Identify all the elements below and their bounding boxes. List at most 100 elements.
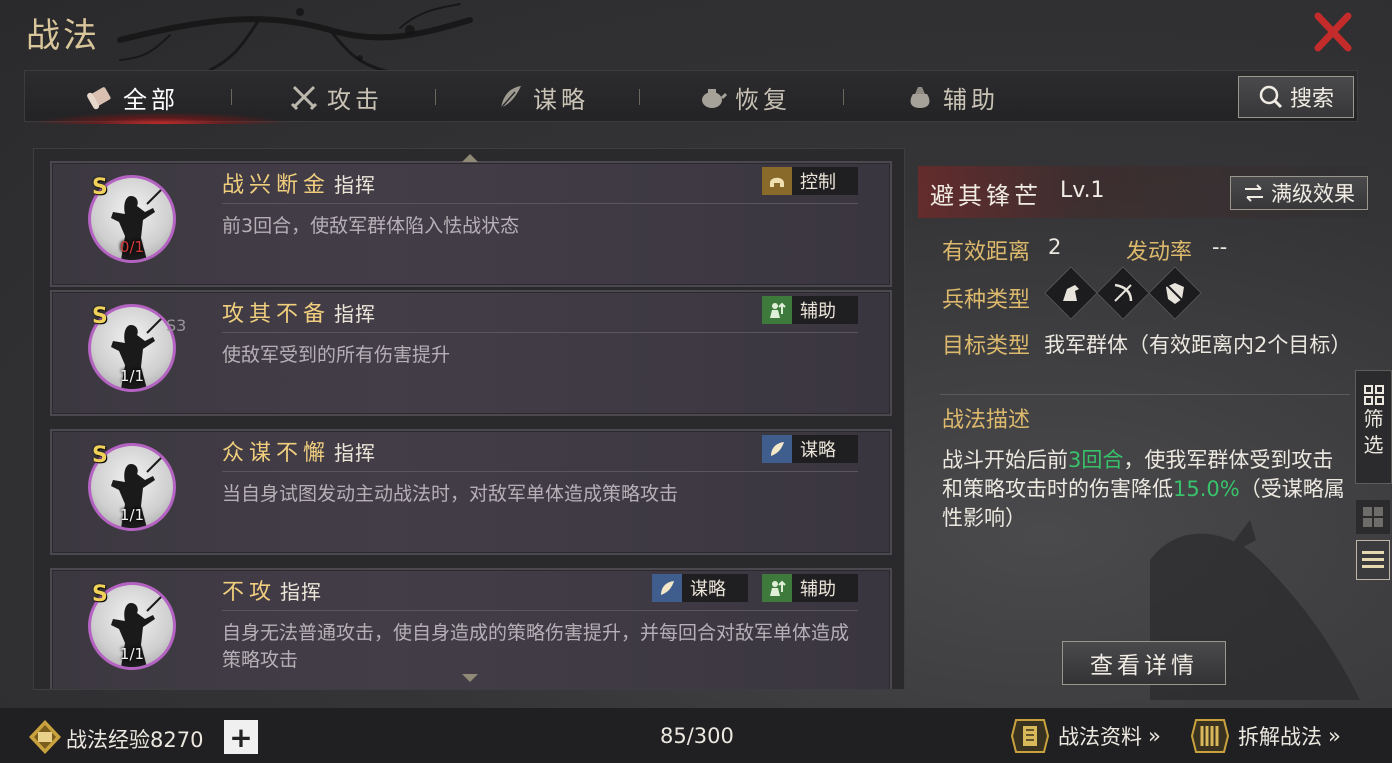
tactic-name: 攻其不备 指挥 [222,296,376,328]
trigger-rate-value: -- [1212,235,1228,259]
tag-label: 辅助 [800,301,836,322]
tactic-card[interactable]: S S3 1/1 攻其不备 指挥 辅助 使敌军受到的所有伤害提升 [50,290,892,416]
filter-label-char: 筛 [1363,407,1384,431]
tactic-exp-label: 战法经验 [66,728,150,752]
card-divider [222,203,858,204]
tactic-card[interactable]: S 0/1 战兴断金 指挥 控制 前3回合，使敌军群体陷入怯战状态 [50,161,892,287]
tactic-kind: 指挥 [334,302,377,326]
scroll-icon [87,87,111,110]
tag-support: 辅助 [762,296,858,324]
tactic-description: 当自身试图发动主动战法时，对敌军单体造成策略攻击 [222,483,679,505]
tab-divider [231,89,232,105]
card-divider [222,471,858,472]
tab-label: 辅助 [943,85,999,114]
desc-highlight-percent: 15.0% [1173,477,1240,501]
tab-label: 攻击 [327,85,383,114]
feather-icon [500,86,521,109]
tactic-list[interactable]: S 0/1 战兴断金 指挥 控制 前3回合，使敌军群体陷入怯战状态 S S3 1/… [33,148,905,690]
tab-divider [435,89,436,105]
dismantle-tactic-link[interactable]: 拆解战法 » [1188,716,1341,756]
tactic-name: 战兴断金 指挥 [222,167,376,199]
tactic-title: 不攻 [222,580,277,605]
dismantle-tactic-label: 拆解战法 [1238,725,1322,749]
grade-badge: S [92,582,108,607]
season-label: S3 [166,316,187,335]
tactic-name: 不攻 指挥 [222,574,322,606]
tactic-info-label: 战法资料 [1058,725,1142,749]
add-exp-button[interactable]: + [224,720,258,754]
card-divider [222,610,858,611]
section-divider [940,394,1350,395]
pouch-icon [910,87,930,108]
tactic-info-link[interactable]: 战法资料 » [1008,716,1161,756]
tab-label: 恢复 [735,85,791,114]
tab-divider [639,89,640,105]
tactic-title: 战兴断金 [222,173,331,198]
tab-attack[interactable]: 攻击 [289,71,383,123]
range-label: 有效距离 [942,240,1031,265]
tag-label: 控制 [800,172,836,193]
crossed-swords-icon [290,85,318,111]
tactic-title: 众谋不懈 [222,441,331,466]
detail-level: Lv.1 [1060,178,1105,203]
grade-badge: S [92,175,108,200]
grid-icon [1363,507,1383,527]
tactic-card[interactable]: S 1/1 众谋不懈 指挥 谋略 当自身试图发动主动战法时，对敌军单体造成策略攻击 [50,429,892,555]
search-button[interactable]: 搜索 [1238,76,1354,118]
tactic-card[interactable]: S 1/1 不攻 指挥 谋略 辅助 自身无法普通攻击，使自身造成的策略伤害提升，并… [50,568,892,689]
tactic-kind: 指挥 [334,441,377,465]
tactic-kind: 指挥 [280,580,323,604]
strategy-icon [762,435,792,463]
page-title: 战法 [26,16,100,56]
target-type-value: 我军群体（有效距离内2个目标） [1044,333,1352,357]
search-label: 搜索 [1289,87,1334,112]
tactic-kind: 指挥 [334,173,377,197]
buff-icon [762,574,792,602]
tab-label: 谋略 [533,85,589,114]
owned-count: 0/1 [119,238,145,256]
tag-support: 辅助 [762,574,858,602]
troop-type-label: 兵种类型 [942,288,1031,313]
filter-tab[interactable]: 筛 选 [1355,370,1392,484]
filter-label-char: 选 [1363,433,1384,457]
filter-grid-icon [1363,385,1384,405]
tag-strategy: 谋略 [652,574,748,602]
buff-icon [762,296,792,324]
tactic-effect-description: 战斗开始后前3回合，使我军群体受到攻击和策略攻击时的伤害降低15.0%（受谋略属… [942,446,1352,533]
close-icon[interactable] [1310,10,1356,56]
book-icon [1010,719,1050,753]
view-details-button[interactable]: 查看详情 [1062,641,1226,685]
card-divider [222,332,858,333]
owned-count: 1/1 [119,645,145,663]
tactic-exp-icon [29,720,61,754]
helmet-icon [762,167,792,195]
description-title: 战法描述 [942,408,1031,433]
cavalry-icon [1044,266,1098,320]
grade-badge: S [92,443,108,468]
target-type-label: 目标类型 [942,334,1031,359]
scroll-up-arrow-icon[interactable] [462,154,478,162]
trigger-rate-label: 发动率 [1126,240,1193,265]
scroll-down-arrow-icon[interactable] [462,674,478,682]
max-level-label: 满级效果 [1271,182,1355,206]
search-icon [1259,85,1283,109]
archer-icon [1096,266,1150,320]
range-value: 2 [1048,235,1062,259]
grade-badge: S [92,304,108,329]
shield-icon [1148,266,1202,320]
grid-view-toggle[interactable] [1356,500,1390,534]
tab-strategy[interactable]: 谋略 [495,71,589,123]
max-level-effect-button[interactable]: 满级效果 [1230,176,1368,210]
tactic-title: 攻其不备 [222,302,331,327]
active-tab-indicator [30,112,290,124]
chevron-right-icon: » [1328,724,1341,748]
desc-highlight-turns: 3回合 [1068,448,1124,472]
tab-recovery[interactable]: 恢复 [697,71,791,123]
tag-label: 谋略 [800,440,836,461]
tactic-name: 众谋不懈 指挥 [222,435,376,467]
tab-support[interactable]: 辅助 [905,71,999,123]
detail-tactic-name: 避其锋芒 [930,182,1042,210]
tag-control: 控制 [762,167,858,195]
tab-label: 全部 [123,85,179,114]
list-view-toggle[interactable] [1356,540,1390,580]
